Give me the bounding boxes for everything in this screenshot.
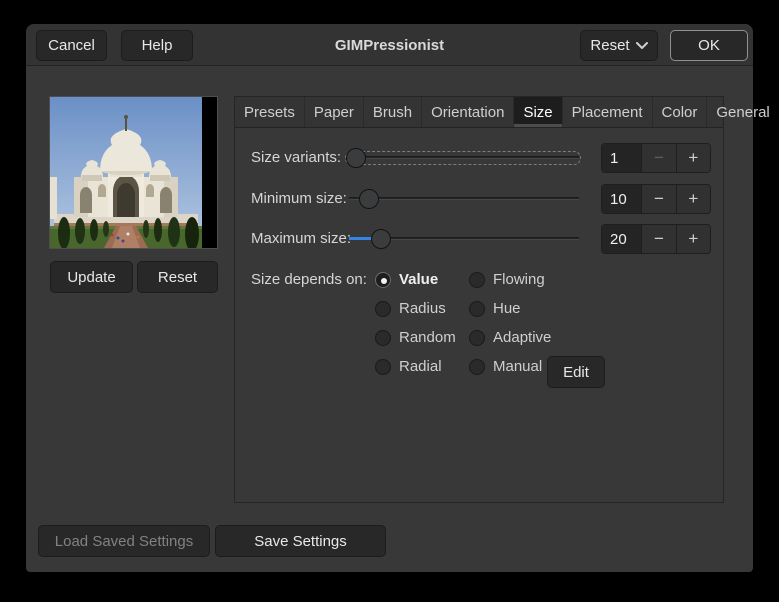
edit-button[interactable]: Edit bbox=[547, 356, 605, 388]
tab-presets[interactable]: Presets bbox=[235, 97, 305, 127]
radio-manual[interactable]: Manual bbox=[469, 352, 551, 381]
radio-random[interactable]: Random bbox=[375, 323, 469, 352]
tab-size[interactable]: Size bbox=[514, 97, 562, 127]
maximum-size-spinbox: 20 − + bbox=[601, 224, 711, 254]
update-button[interactable]: Update bbox=[50, 261, 133, 293]
preview-image-taj-mahal bbox=[50, 97, 202, 248]
maximum-size-value[interactable]: 20 bbox=[602, 225, 641, 253]
radio-value[interactable]: Value bbox=[375, 265, 469, 294]
radio-label: Value bbox=[399, 271, 438, 288]
radio-unselected-icon bbox=[469, 301, 485, 317]
minus-button[interactable]: − bbox=[641, 144, 675, 172]
radio-label: Flowing bbox=[493, 271, 545, 288]
plus-button[interactable]: + bbox=[676, 225, 710, 253]
settings-notebook: Presets Paper Brush Orientation Size Pla… bbox=[234, 96, 724, 503]
radio-label: Adaptive bbox=[493, 329, 551, 346]
radio-selected-icon bbox=[375, 272, 391, 288]
radio-label: Hue bbox=[493, 300, 521, 317]
minus-button[interactable]: − bbox=[641, 225, 675, 253]
minimum-size-slider[interactable] bbox=[345, 184, 581, 214]
preview-reset-button[interactable]: Reset bbox=[137, 261, 218, 293]
radio-hue[interactable]: Hue bbox=[469, 294, 551, 323]
save-settings-button[interactable]: Save Settings bbox=[215, 525, 386, 557]
preview-panel bbox=[49, 96, 218, 249]
size-variants-spinbox: 1 − + bbox=[601, 143, 711, 173]
plus-button[interactable]: + bbox=[676, 185, 710, 213]
maximum-size-label: Maximum size: bbox=[251, 224, 351, 254]
radio-label: Radius bbox=[399, 300, 446, 317]
radio-unselected-icon bbox=[469, 330, 485, 346]
slider-handle[interactable] bbox=[359, 189, 379, 209]
radio-adaptive[interactable]: Adaptive bbox=[469, 323, 551, 352]
tab-general[interactable]: General bbox=[707, 97, 779, 127]
tab-brush[interactable]: Brush bbox=[364, 97, 422, 127]
radio-unselected-icon bbox=[375, 359, 391, 375]
size-variants-label: Size variants: bbox=[251, 143, 341, 173]
chevron-down-icon bbox=[636, 42, 648, 50]
slider-handle[interactable] bbox=[346, 148, 366, 168]
radio-flowing[interactable]: Flowing bbox=[469, 265, 551, 294]
minimum-size-value[interactable]: 10 bbox=[602, 185, 641, 213]
tabbar: Presets Paper Brush Orientation Size Pla… bbox=[235, 97, 723, 128]
minus-button[interactable]: − bbox=[641, 185, 675, 213]
maximum-size-slider[interactable] bbox=[345, 224, 581, 254]
slider-track bbox=[349, 197, 579, 200]
radio-unselected-icon bbox=[375, 330, 391, 346]
radio-unselected-icon bbox=[375, 301, 391, 317]
radio-radial[interactable]: Radial bbox=[375, 352, 469, 381]
screen: GIMPressionist Cancel Help Reset OK bbox=[0, 0, 779, 602]
size-variants-value[interactable]: 1 bbox=[602, 144, 641, 172]
size-depends-on-label: Size depends on: bbox=[251, 265, 367, 295]
headerbar: GIMPressionist Cancel Help Reset OK bbox=[26, 24, 753, 66]
slider-track bbox=[349, 156, 579, 159]
gimpressionist-dialog: GIMPressionist Cancel Help Reset OK bbox=[26, 24, 753, 572]
load-saved-settings-button[interactable]: Load Saved Settings bbox=[38, 525, 210, 557]
reset-dropdown-label: Reset bbox=[590, 37, 629, 54]
minimum-size-spinbox: 10 − + bbox=[601, 184, 711, 214]
cancel-button[interactable]: Cancel bbox=[36, 30, 107, 61]
radio-radius[interactable]: Radius bbox=[375, 294, 469, 323]
tab-paper[interactable]: Paper bbox=[305, 97, 364, 127]
radio-label: Random bbox=[399, 329, 456, 346]
tab-orientation[interactable]: Orientation bbox=[422, 97, 514, 127]
radio-unselected-icon bbox=[469, 272, 485, 288]
ok-button[interactable]: OK bbox=[670, 30, 748, 61]
radio-unselected-icon bbox=[469, 359, 485, 375]
help-button[interactable]: Help bbox=[121, 30, 193, 61]
minimum-size-label: Minimum size: bbox=[251, 184, 347, 214]
plus-button[interactable]: + bbox=[676, 144, 710, 172]
radio-label: Radial bbox=[399, 358, 442, 375]
reset-dropdown-button[interactable]: Reset bbox=[580, 30, 658, 61]
slider-handle[interactable] bbox=[371, 229, 391, 249]
tab-placement[interactable]: Placement bbox=[563, 97, 653, 127]
tab-color[interactable]: Color bbox=[653, 97, 708, 127]
slider-fill bbox=[349, 237, 373, 240]
size-variants-slider[interactable] bbox=[345, 143, 581, 173]
radio-label: Manual bbox=[493, 358, 542, 375]
size-depends-on-group: Value Flowing Radius Hue Random bbox=[375, 265, 551, 381]
